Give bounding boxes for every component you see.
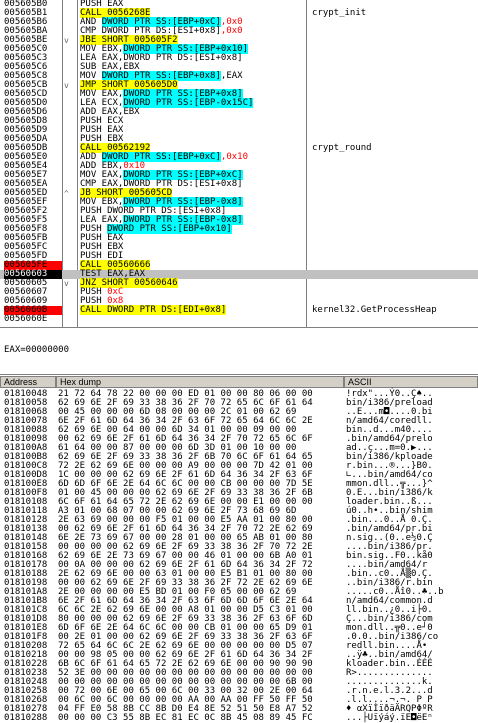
instruction-token: ,0x0 bbox=[220, 26, 243, 36]
disasm-row[interactable]: 00560607 PUSH 0xC bbox=[0, 288, 478, 297]
comment: kernel32.GetProcessHeap bbox=[312, 305, 437, 315]
instruction: CALL DWORD PTR DS:[EDI+0x8] bbox=[80, 305, 227, 315]
disasm-row[interactable]: 005605FE CALL 00560666 bbox=[0, 260, 478, 270]
jump-arrow-icon bbox=[64, 144, 76, 153]
disasm-row[interactable]: 005605DA PUSH EBX bbox=[0, 135, 478, 144]
disasm-row[interactable]: 005605E0 ADD DWORD PTR SS:[EBP+0xC],0x10 bbox=[0, 152, 478, 162]
instruction-token: CALL DWORD PTR DS:[EDI+0x8] bbox=[80, 305, 227, 315]
info-pane: EAX=00000000 bbox=[0, 327, 478, 375]
instruction-token: DWORD PTR SS:[EBP+0x10] bbox=[107, 224, 232, 234]
disasm-row[interactable]: 005605FD PUSH EDI bbox=[0, 252, 478, 261]
jump-arrow-icon bbox=[64, 261, 76, 270]
disasm-row[interactable]: 005605D0 LEA ECX,DWORD PTR SS:[EBP-0x15C] bbox=[0, 98, 478, 108]
jump-arrow-icon bbox=[64, 117, 76, 126]
jump-arrow-icon bbox=[64, 18, 76, 27]
hex-dump-pane[interactable]: Address Hex dump ASCII 01810048 21 72 64 … bbox=[0, 376, 478, 723]
dump-address: 01810288 bbox=[4, 713, 48, 723]
jump-arrow-icon: v bbox=[64, 279, 69, 288]
jump-arrow-icon bbox=[64, 180, 76, 189]
dump-hex-bytes: 00 00 00 C3 55 8B EC 81 EC 0C 8B 45 08 8… bbox=[58, 713, 313, 723]
jump-arrow-icon bbox=[64, 9, 76, 18]
disasm-row[interactable]: 0056060E bbox=[0, 315, 478, 324]
disasm-row[interactable]: 005605C3 LEA EAX,DWORD PTR DS:[ESI+0x8] bbox=[0, 54, 478, 63]
jump-arrow-icon bbox=[64, 63, 76, 72]
dump-ascii: ...├Uïýáý.ïE◘ëEⁿ bbox=[346, 713, 433, 723]
jump-arrow-icon bbox=[64, 306, 76, 315]
hex-dump-column-header[interactable]: Hex dump bbox=[56, 376, 344, 388]
jump-arrow-icon bbox=[64, 216, 76, 225]
disasm-row[interactable]: 005605D8 PUSH ECX bbox=[0, 117, 478, 126]
jump-arrow-icon bbox=[64, 153, 76, 162]
jump-arrow-icon: v bbox=[64, 81, 69, 90]
jump-arrow-icon bbox=[64, 0, 76, 9]
disasm-address: 0056060E bbox=[4, 314, 48, 324]
jump-arrow-icon bbox=[64, 135, 76, 144]
jump-arrow-icon bbox=[64, 207, 76, 216]
jump-arrow-icon bbox=[64, 162, 76, 171]
disasm-row[interactable]: 005605D9 PUSH EAX bbox=[0, 126, 478, 135]
disasm-row[interactable]: 005605C8 MOV DWORD PTR SS:[EBP+0x8],EAX bbox=[0, 71, 478, 81]
jump-arrow-icon bbox=[64, 297, 76, 306]
disasm-row[interactable]: 005605BA CMP DWORD PTR DS:[ESI+0x8],0x0 bbox=[0, 27, 478, 36]
disasm-row[interactable]: 0056060B CALL DWORD PTR DS:[EDI+0x8] kerne… bbox=[0, 305, 478, 315]
instruction-token: ,0x10 bbox=[220, 152, 248, 162]
disasm-row[interactable]: 00560605 v JNZ SHORT 00560646 bbox=[0, 278, 478, 288]
jump-arrow-icon bbox=[64, 171, 76, 180]
disasm-row[interactable]: 005605B0 PUSH EAX bbox=[0, 0, 478, 9]
disasm-row[interactable]: 005605F8 PUSH DWORD PTR SS:[EBP+0x10] bbox=[0, 224, 478, 234]
register-info-text: EAX=00000000 bbox=[4, 345, 70, 355]
jump-arrow-icon: ^ bbox=[64, 189, 69, 198]
jump-arrow-icon bbox=[64, 243, 76, 252]
jump-arrow-icon bbox=[64, 99, 76, 108]
disassembly-pane[interactable]: 005605B0 PUSH EAX 005605B1 CALL 0056268E cry… bbox=[0, 0, 478, 327]
address-column-header[interactable]: Address bbox=[0, 376, 56, 388]
jump-arrow-icon bbox=[64, 315, 76, 324]
jump-arrow-icon bbox=[64, 90, 76, 99]
dump-row[interactable]: 01810288 00 00 00 C3 55 8B EC 81 EC 0C 8B… bbox=[0, 714, 478, 723]
jump-arrow-icon bbox=[64, 288, 76, 297]
instruction-token: ,EAX bbox=[220, 71, 243, 81]
disasm-row[interactable]: 005605D6 ADD EAX,EBX bbox=[0, 108, 478, 117]
jump-arrow-icon bbox=[64, 225, 76, 234]
jump-arrow-icon bbox=[64, 198, 76, 207]
comment: crypt_round bbox=[312, 143, 372, 153]
jump-arrow-icon bbox=[64, 27, 76, 36]
instruction-token: DWORD PTR SS:[EBP-0x15C] bbox=[123, 98, 254, 108]
comment: crypt_init bbox=[312, 8, 367, 18]
disasm-row[interactable]: 005605EF MOV EBX,DWORD PTR SS:[EBP-0x8] bbox=[0, 197, 478, 207]
jump-arrow-icon: v bbox=[64, 36, 69, 45]
jump-arrow-icon bbox=[64, 234, 76, 243]
disasm-row[interactable]: 00560603 TEST EAX,EAX bbox=[0, 270, 478, 279]
disasm-row[interactable]: 005605F5 LEA EAX,DWORD PTR SS:[EBP-0x8] bbox=[0, 215, 478, 225]
ascii-column-header[interactable]: ASCII bbox=[344, 376, 478, 388]
disasm-row[interactable]: 005605EA CMP EAX,DWORD PTR DS:[ESI+0x8] bbox=[0, 180, 478, 189]
jump-arrow-icon bbox=[64, 126, 76, 135]
jump-arrow-icon bbox=[64, 45, 76, 54]
jump-arrow-icon bbox=[64, 252, 76, 261]
disasm-row[interactable]: 005605FC PUSH EBX bbox=[0, 243, 478, 252]
jump-arrow-icon bbox=[64, 54, 76, 63]
jump-arrow-icon bbox=[64, 72, 76, 81]
jump-arrow-icon bbox=[64, 108, 76, 117]
jump-arrow-icon bbox=[64, 270, 76, 279]
disasm-row[interactable]: 005605FB PUSH EAX bbox=[0, 234, 478, 243]
